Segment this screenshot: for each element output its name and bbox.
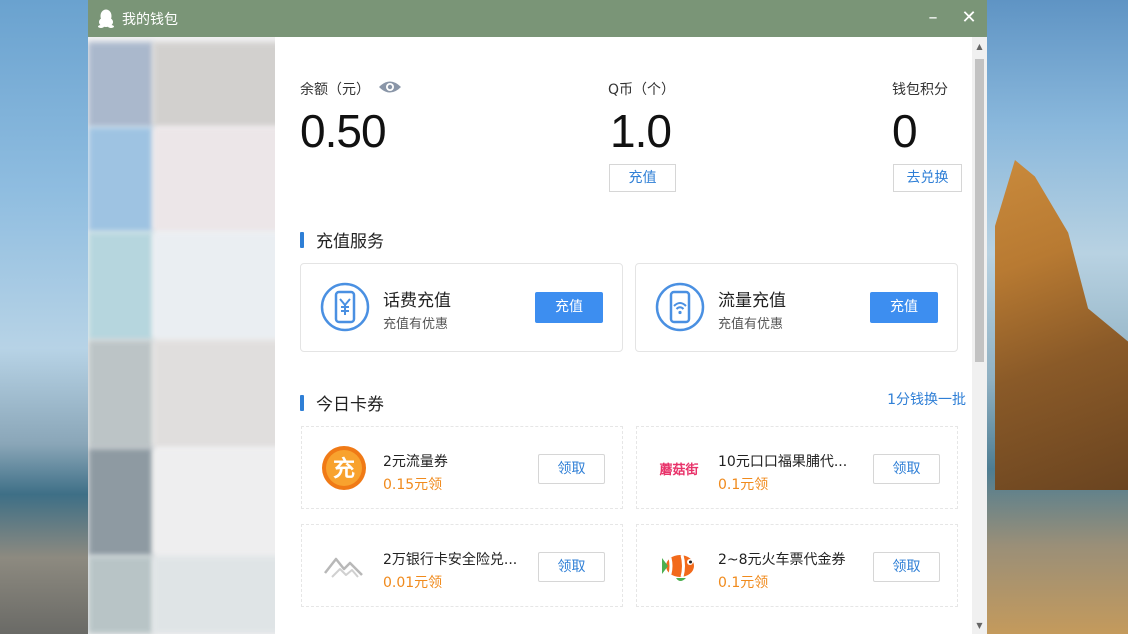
yuan-phone-icon [320,282,370,332]
wallet-window: 我的钱包 – ✕ 余额（元） 0.50 Q币（个） 1.0 充值 钱包积分 0 … [88,0,987,634]
sidebar-blurred [88,37,275,634]
mountain-logo-icon [320,542,368,590]
mogujie-logo: 蘑菇街 [655,444,703,492]
coupon-price: 0.15元领 [383,477,443,493]
coupon-card[interactable]: 2~8元火车票代金券 0.1元领 领取 [636,524,958,607]
vertical-scrollbar[interactable]: ▲ ▼ [972,37,987,634]
points-exchange-button[interactable]: 去兑换 [893,164,962,192]
coupon-price: 0.1元领 [718,477,769,493]
recharge-section-title: 充值服务 [300,227,384,252]
scroll-thumb[interactable] [975,59,984,362]
coupon-title: 10元口口福果脯代... [718,454,848,470]
data-recharge-button[interactable]: 充值 [870,292,938,323]
card-subtitle: 充值有优惠 [383,317,449,332]
coupon-card[interactable]: 2万银行卡安全险兑... 0.01元领 领取 [301,524,623,607]
qcoin-recharge-button[interactable]: 充值 [609,164,676,192]
coin-glyph: 充 [333,456,355,482]
points-label-text: 钱包积分 [892,82,948,98]
recharge-section-label: 充值服务 [316,232,384,252]
qq-penguin-icon [98,9,116,29]
coupon-title: 2元流量券 [383,454,448,470]
minimize-button[interactable]: – [923,8,943,28]
card-title: 流量充值 [718,291,786,311]
balance-value: 0.50 [300,105,387,157]
phone-recharge-button[interactable]: 充值 [535,292,603,323]
qcoin-label-text: Q币（个） [608,82,676,98]
coupon-card[interactable]: 充 2元流量券 0.15元领 领取 [301,426,623,509]
recharge-coin-icon: 充 [320,444,368,492]
data-recharge-card[interactable]: 流量充值 充值有优惠 充值 [635,263,958,352]
points-label: 钱包积分 [892,79,948,99]
card-subtitle: 充值有优惠 [718,317,784,332]
phone-recharge-card[interactable]: 话费充值 充值有优惠 充值 [300,263,623,352]
window-title: 我的钱包 [122,11,178,28]
coupon-card[interactable]: 蘑菇街 10元口口福果脯代... 0.1元领 领取 [636,426,958,509]
claim-button[interactable]: 领取 [873,454,940,484]
mogujie-logo-text: 蘑菇街 [659,462,699,478]
section-marker [300,231,304,248]
title-bar[interactable]: 我的钱包 – ✕ [88,0,987,37]
coupon-price: 0.01元领 [383,575,443,591]
points-value: 0 [892,105,918,157]
claim-button[interactable]: 领取 [538,454,605,484]
claim-button[interactable]: 领取 [538,552,605,582]
section-marker [300,394,304,411]
coupon-title: 2万银行卡安全险兑... [383,552,518,568]
claim-button[interactable]: 领取 [873,552,940,582]
card-title: 话费充值 [383,291,451,311]
coupon-price: 0.1元领 [718,575,769,591]
coupons-section-label: 今日卡券 [316,395,384,415]
eye-icon[interactable] [378,79,402,99]
balance-label-row: 余额（元） [300,79,402,99]
swap-coupons-link[interactable]: 1分钱换一批 [887,389,966,409]
coupons-section-title: 今日卡券 [300,390,384,415]
clownfish-icon [655,542,703,590]
qcoin-value: 1.0 [610,105,672,157]
coupon-title: 2~8元火车票代金券 [718,552,846,568]
balance-label: 余额（元） [300,82,370,98]
close-button[interactable]: ✕ [959,8,979,28]
desktop-background-left [0,0,88,634]
scroll-down-arrow-icon[interactable]: ▼ [972,618,987,634]
qcoin-label: Q币（个） [608,79,675,99]
main-content: 余额（元） 0.50 Q币（个） 1.0 充值 钱包积分 0 去兑换 充值服务 [275,37,972,634]
scroll-up-arrow-icon[interactable]: ▲ [972,39,987,55]
wifi-phone-icon [655,282,705,332]
